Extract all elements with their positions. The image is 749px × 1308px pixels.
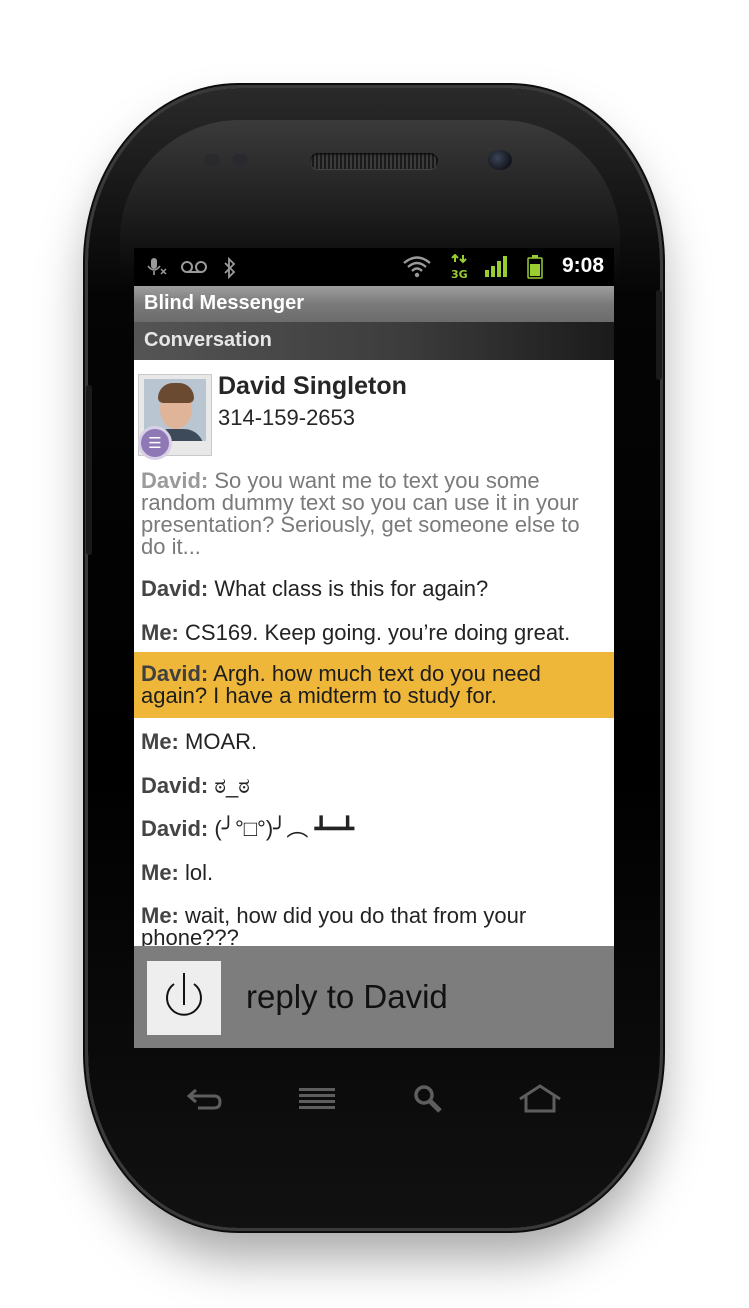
soft-keys (0, 1083, 749, 1123)
message-text: lol. (185, 860, 214, 885)
list-item[interactable]: David: So you want me to text you some r… (134, 470, 614, 558)
contact-name: David Singleton (218, 372, 407, 400)
proximity-sensor (204, 154, 220, 166)
app-title: Blind Messenger (144, 292, 305, 314)
signal-icon (484, 254, 510, 283)
reply-bar[interactable]: reply to David (134, 946, 614, 1048)
mic-muted-icon (146, 257, 168, 282)
list-item-selected[interactable]: David: Argh. how much text do you need a… (134, 652, 614, 718)
bluetooth-icon (222, 256, 238, 284)
message-badge-icon: ☰ (138, 426, 172, 460)
data-3g-icon: 3G (450, 253, 470, 285)
list-item[interactable]: Me: MOAR. (134, 731, 614, 753)
voicemail-icon (180, 257, 208, 282)
conversation-view[interactable]: ☰ David Singleton 314-159-2653 David: So… (134, 360, 614, 946)
volume-button (86, 385, 92, 555)
app-title-bar: Blind Messenger (134, 286, 614, 322)
message-text: What class is this for again? (214, 576, 489, 601)
wifi-icon (402, 254, 432, 283)
power-icon (166, 973, 202, 1016)
message-text: ಠ_ಠ (214, 773, 250, 798)
message-text: CS169. Keep going. you’re doing great. (185, 620, 571, 645)
screen-subtitle: Conversation (144, 329, 272, 351)
list-item[interactable]: Me: CS169. Keep going. you’re doing grea… (134, 622, 614, 644)
battery-icon (526, 254, 544, 285)
message-text: wait, how did you do that from your phon… (141, 903, 527, 947)
message-sender: David: (141, 816, 209, 841)
menu-icon[interactable] (298, 1083, 338, 1123)
back-icon[interactable] (186, 1083, 224, 1123)
reply-button[interactable] (147, 961, 221, 1035)
home-icon[interactable] (518, 1083, 562, 1123)
contact-phone: 314-159-2653 (218, 405, 356, 430)
search-icon[interactable] (412, 1083, 446, 1123)
screen-subtitle-bar: Conversation (134, 322, 614, 360)
network-type-label: 3G (451, 268, 468, 280)
reply-label[interactable]: reply to David (246, 978, 448, 1016)
message-sender: Me: (141, 620, 179, 645)
screen: 3G 9:08 Blind Messenger Conversation ☰ D… (134, 248, 614, 1048)
front-camera (488, 150, 512, 170)
list-item[interactable]: David: (╯°□°)╯︵ ┻━┻ (134, 818, 614, 840)
list-item[interactable]: Me: lol. (134, 862, 614, 884)
list-item[interactable]: David: ಠ_ಠ (134, 775, 614, 797)
light-sensor (232, 154, 248, 166)
clock: 9:08 (561, 254, 604, 277)
power-side-button (656, 290, 662, 380)
message-sender: David: (141, 576, 209, 601)
status-bar: 3G 9:08 (134, 248, 614, 286)
earpiece-speaker (310, 153, 438, 169)
message-sender: Me: (141, 860, 179, 885)
message-text: MOAR. (185, 729, 258, 754)
list-item[interactable]: David: What class is this for again? (134, 578, 614, 600)
list-item[interactable]: Me: wait, how did you do that from your … (134, 903, 614, 947)
message-sender: David: (141, 773, 209, 798)
message-text: (╯°□°)╯︵ ┻━┻ (214, 816, 355, 841)
message-sender: Me: (141, 729, 179, 754)
contact-avatar[interactable]: ☰ (138, 374, 212, 460)
